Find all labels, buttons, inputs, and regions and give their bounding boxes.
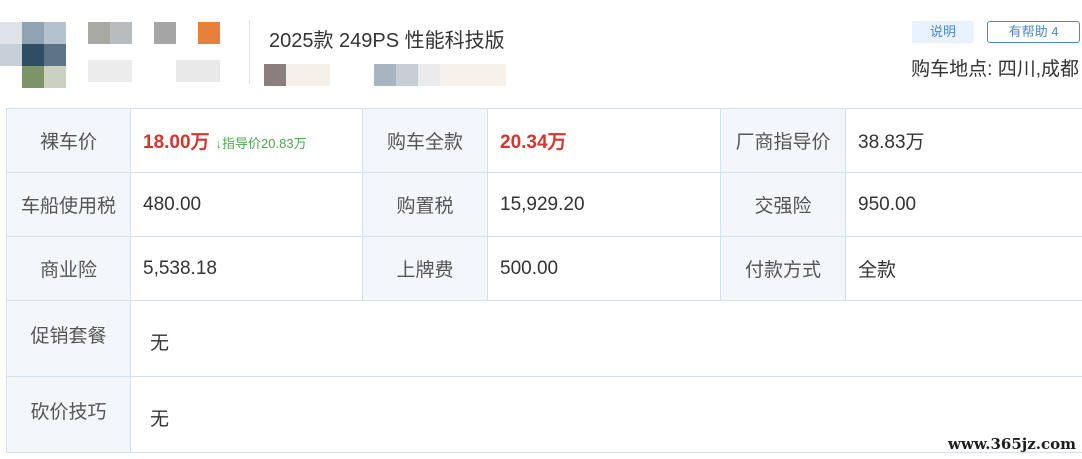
explain-button[interactable]: 说明 <box>912 21 974 43</box>
purchase-tax-value: 15,929.20 <box>487 172 721 237</box>
header-divider <box>249 20 250 84</box>
bargain-tips-label: 砍价技巧 <box>6 376 131 453</box>
bare-price-value: 18.00万 <box>143 132 210 153</box>
guide-price-note: ↓指导价20.83万 <box>215 136 307 151</box>
payment-method-label: 付款方式 <box>720 236 846 301</box>
purchase-location: 购车地点: 四川,成都 <box>911 59 1079 80</box>
commercial-insurance-value: 5,538.18 <box>130 236 363 301</box>
total-price-value: 20.34万 <box>500 132 567 153</box>
bargain-tips-value: 无 <box>130 376 1082 453</box>
bare-price-cell: 18.00万 ↓指导价20.83万 <box>130 108 363 173</box>
commercial-insurance-label: 商业险 <box>6 236 131 301</box>
price-details-table: 裸车价 18.00万 ↓指导价20.83万 购车全款 20.34万 厂商指导价 3… <box>6 108 1082 453</box>
post-header: 2025款 249PS 性能科技版 说明 有帮助 4 购车地点: 四川,成都 <box>0 0 1082 104</box>
payment-method-value: 全款 <box>845 236 1082 301</box>
table-row: 商业险 5,538.18 上牌费 500.00 付款方式 全款 <box>6 236 1082 301</box>
blurred-avatar <box>0 0 240 96</box>
msrp-label: 厂商指导价 <box>720 108 846 173</box>
bare-price-label: 裸车价 <box>6 108 131 173</box>
msrp-value: 38.83万 <box>845 108 1082 173</box>
site-watermark: www.365jz.com <box>948 435 1076 453</box>
total-price-label: 购车全款 <box>362 108 488 173</box>
compulsory-insurance-label: 交强险 <box>720 172 846 237</box>
table-row: 促销套餐 无 <box>6 300 1082 377</box>
table-row: 车船使用税 480.00 购置税 15,929.20 交强险 950.00 <box>6 172 1082 237</box>
promo-package-value: 无 <box>130 300 1082 377</box>
purchase-tax-label: 购置税 <box>362 172 488 237</box>
plate-fee-label: 上牌费 <box>362 236 488 301</box>
total-price-cell: 20.34万 <box>487 108 721 173</box>
blurred-meta-info <box>264 64 524 86</box>
table-row: 裸车价 18.00万 ↓指导价20.83万 购车全款 20.34万 厂商指导价 3… <box>6 108 1082 173</box>
compulsory-insurance-value: 950.00 <box>845 172 1082 237</box>
helpful-button[interactable]: 有帮助 4 <box>987 21 1080 43</box>
promo-package-label: 促销套餐 <box>6 300 131 377</box>
car-model-title: 2025款 249PS 性能科技版 <box>269 30 505 52</box>
vehicle-tax-label: 车船使用税 <box>6 172 131 237</box>
plate-fee-value: 500.00 <box>487 236 721 301</box>
table-row: 砍价技巧 无 <box>6 376 1082 453</box>
vehicle-tax-value: 480.00 <box>130 172 363 237</box>
